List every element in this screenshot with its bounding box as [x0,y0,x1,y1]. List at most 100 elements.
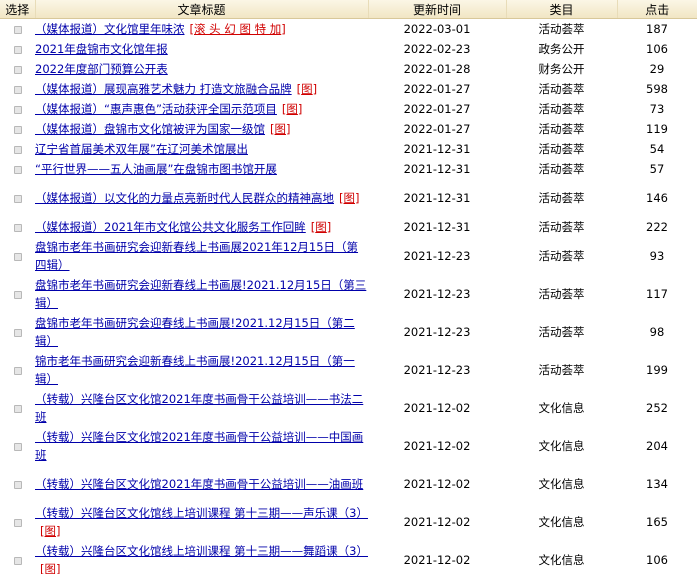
header-clicks: 点击 [617,0,697,19]
select-cell [0,275,35,313]
article-title-link[interactable]: 2021年盘锦市文化馆年报 [35,42,168,56]
table-row: 盘锦市老年书画研究会迎新春线上书画展!2021.12月15日（第三辑） 2021-… [0,275,697,313]
select-cell [0,99,35,119]
click-count: 106 [646,42,668,56]
row-checkbox[interactable] [13,442,22,451]
article-title-link[interactable]: （转载）兴隆台区文化馆2021年度书画骨干公益培训——油画班 [35,477,363,491]
table-row: （媒体报道）展现高雅艺术魅力 打造文旅融合品牌 [图] 2022-01-27 活动荟萃… [0,79,697,99]
image-tag[interactable]: [图] [297,82,318,96]
updated-date: 2021-12-02 [403,553,471,567]
row-checkbox[interactable] [13,45,22,54]
category-cell: 活动荟萃 [538,191,585,205]
select-cell [0,465,35,503]
header-title: 文章标题 [35,0,369,19]
row-checkbox[interactable] [13,556,22,565]
title-cell: （媒体报道）展现高雅艺术魅力 打造文旅融合品牌 [图] [35,79,368,99]
select-cell [0,179,35,217]
article-title-link[interactable]: （媒体报道）展现高雅艺术魅力 打造文旅融合品牌 [35,82,292,96]
image-tag[interactable]: [图] [311,220,332,234]
row-checkbox[interactable] [13,328,22,337]
table-row: 盘锦市老年书画研究会迎春线上书画展!2021.12月15日（第二辑） 2021-1… [0,313,697,351]
article-table: 选择 文章标题 更新时间 类目 点击 （媒体报道）文化馆里年味浓 [滚 头 幻 图… [0,0,697,574]
image-tag[interactable]: [图] [339,191,360,205]
row-checkbox[interactable] [13,223,22,232]
row-checkbox[interactable] [13,105,22,114]
click-count: 222 [646,220,668,234]
row-checkbox[interactable] [13,125,22,134]
article-title-link[interactable]: 盘锦市老年书画研究会迎新春线上书画展!2021.12月15日（第三辑） [35,278,366,310]
article-title-link[interactable]: （媒体报道）盘锦市文化馆被评为国家一级馆 [35,122,265,136]
select-cell [0,19,35,40]
article-title-link[interactable]: 盘锦市老年书画研究会迎春线上书画展!2021.12月15日（第二辑） [35,316,355,348]
row-checkbox[interactable] [13,85,22,94]
title-cell: “平行世界——五人油画展”在盘锦市图书馆开展 [35,159,368,179]
title-cell: （媒体报道）“惠声惠色”活动获评全国示范项目 [图] [35,99,368,119]
category-cell: 活动荟萃 [538,22,585,36]
article-title-link[interactable]: （转载）兴隆台区文化馆2021年度书画骨干公益培训——中国画班 [35,430,363,462]
row-checkbox[interactable] [13,404,22,413]
click-count: 117 [646,287,668,301]
click-count: 165 [646,515,668,529]
title-cell: 辽宁省首届美术双年展”在辽河美术馆展出 [35,139,368,159]
table-row: （媒体报道）“惠声惠色”活动获评全国示范项目 [图] 2022-01-27 活动荟萃 7… [0,99,697,119]
table-row: （媒体报道）盘锦市文化馆被评为国家一级馆 [图] 2022-01-27 活动荟萃 119 [0,119,697,139]
table-row: （转载）兴隆台区文化馆2021年度书画骨干公益培训——中国画班 2021-12-0… [0,427,697,465]
row-checkbox[interactable] [13,366,22,375]
category-cell: 活动荟萃 [538,82,585,96]
image-tag-label: 图 [44,524,57,538]
row-checkbox[interactable] [13,165,22,174]
image-tag[interactable]: [图] [282,102,303,116]
table-row: （媒体报道）以文化的力量点亮新时代人民群众的精神高地 [图] 2021-12-31 活… [0,179,697,217]
image-tag-label: 图 [301,82,313,96]
image-tag[interactable]: [图] [270,122,291,136]
category-cell: 文化信息 [538,401,585,415]
title-cell: （媒体报道）文化馆里年味浓 [滚 头 幻 图 特 加] [35,19,368,40]
article-title-link[interactable]: （媒体报道）以文化的力量点亮新时代人民群众的精神高地 [35,191,334,205]
table-row: （转载）兴隆台区文化馆线上培训课程 第十三期——舞蹈课（3） [图] 2021-12… [0,541,697,574]
click-count: 57 [649,162,665,176]
article-title-link[interactable]: 辽宁省首届美术双年展”在辽河美术馆展出 [35,142,248,156]
select-cell [0,313,35,351]
select-cell [0,59,35,79]
article-title-link[interactable]: （媒体报道）2021年市文化馆公共文化服务工作回眸 [35,220,306,234]
article-title-link[interactable]: （媒体报道）文化馆里年味浓 [35,22,185,36]
table-row: 锦市老年书画研究会迎新春线上书画展!2021.12月15日（第一辑） 2021-1… [0,351,697,389]
article-title-link[interactable]: “平行世界——五人油画展”在盘锦市图书馆开展 [35,162,277,176]
article-title-link[interactable]: 锦市老年书画研究会迎新春线上书画展!2021.12月15日（第一辑） [35,354,355,386]
row-checkbox[interactable] [13,290,22,299]
updated-date: 2021-12-23 [403,325,471,339]
header-category: 类目 [506,0,618,19]
category-cell: 活动荟萃 [538,220,585,234]
updated-date: 2022-03-01 [403,22,471,36]
click-count: 252 [646,401,668,415]
category-cell: 文化信息 [538,439,585,453]
article-title-link[interactable]: （媒体报道）“惠声惠色”活动获评全国示范项目 [35,102,277,116]
title-cell: 2022年度部门预算公开表 [35,59,368,79]
image-tag-label: 图 [315,220,327,234]
title-cell: 盘锦市老年书画研究会迎新春线上书画展2021年12月15日（第四辑） [35,237,368,275]
click-count: 106 [646,553,668,567]
article-title-link[interactable]: 盘锦市老年书画研究会迎新春线上书画展2021年12月15日（第四辑） [35,240,358,272]
category-cell: 财务公开 [538,62,585,76]
image-tag[interactable]: [图] [40,524,61,538]
article-title-link[interactable]: 2022年度部门预算公开表 [35,62,168,76]
click-count: 598 [646,82,668,96]
updated-date: 2021-12-02 [403,439,471,453]
row-checkbox[interactable] [13,65,22,74]
row-checkbox[interactable] [13,145,22,154]
image-tag[interactable]: [图] [40,562,61,574]
article-title-link[interactable]: （转载）兴隆台区文化馆线上培训课程 第十三期——舞蹈课（3） [35,544,368,558]
updated-date: 2022-01-27 [403,82,471,96]
row-checkbox[interactable] [13,518,22,527]
header-updated: 更新时间 [368,0,507,19]
article-title-link[interactable]: （转载）兴隆台区文化馆2021年度书画骨干公益培训——书法二班 [35,392,363,424]
row-checkbox[interactable] [13,252,22,261]
image-tag[interactable]: [滚 头 幻 图 特 加] [190,22,286,36]
table-row: “平行世界——五人油画展”在盘锦市图书馆开展 2021-12-31 活动荟萃 57 [0,159,697,179]
updated-date: 2021-12-02 [403,515,471,529]
row-checkbox[interactable] [13,194,22,203]
article-title-link[interactable]: （转载）兴隆台区文化馆线上培训课程 第十三期——声乐课（3） [35,506,368,520]
row-checkbox[interactable] [13,480,22,489]
click-count: 199 [646,363,668,377]
row-checkbox[interactable] [13,25,22,34]
